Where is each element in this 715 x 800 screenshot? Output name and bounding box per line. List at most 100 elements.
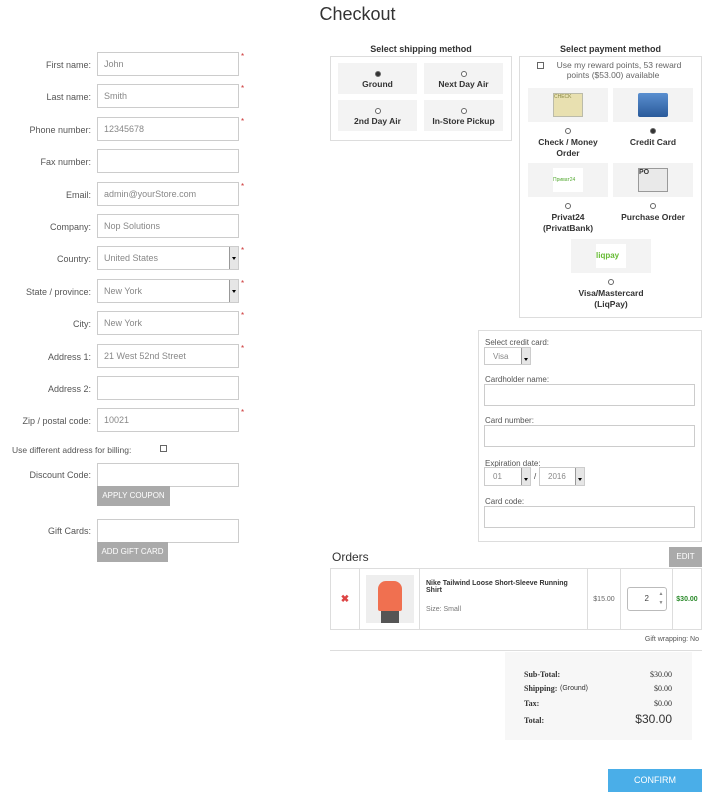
payment-option-label: Purchase Order: [621, 212, 685, 222]
billing-checkbox[interactable]: [160, 445, 167, 452]
card-number-label: Card number:: [485, 416, 534, 425]
exp-separator: /: [534, 472, 537, 481]
total-label: Total:: [524, 716, 545, 725]
card-type-select[interactable]: Visa: [484, 347, 531, 365]
edit-button[interactable]: EDIT: [669, 547, 702, 567]
radio-button[interactable]: [565, 128, 571, 134]
email-input[interactable]: admin@yourStore.com: [97, 181, 239, 206]
exp-year-select[interactable]: 2016: [539, 467, 585, 486]
liqpay-logo: liqpay: [596, 244, 626, 268]
confirm-button[interactable]: CONFIRM: [608, 769, 702, 792]
card-code-label: Card code:: [485, 497, 525, 506]
quantity-value: 2: [644, 594, 649, 603]
phone-number-input[interactable]: 12345678: [97, 116, 239, 141]
company-input[interactable]: Nop Solutions: [97, 214, 239, 238]
page-title: Checkout: [319, 4, 396, 24]
privat24-logo: Приват24: [553, 168, 583, 192]
required-marker: *: [241, 246, 245, 256]
shipping-option[interactable]: Next Day Air: [424, 63, 503, 94]
payment-tile[interactable]: PO: [613, 163, 693, 197]
shipping-option-label: Next Day Air: [438, 79, 489, 89]
discount-input[interactable]: [97, 463, 239, 487]
payment-title: Select payment method: [559, 44, 662, 54]
exp-month-value: 01: [493, 472, 502, 481]
unit-price: $15.00: [587, 568, 621, 630]
fax-number-label: Fax number:: [40, 157, 91, 168]
email-label: Email:: [65, 189, 91, 200]
payment-option[interactable]: Credit Card: [613, 126, 693, 148]
address-1-label: Address 1:: [47, 351, 91, 362]
required-marker: *: [241, 311, 245, 321]
total-value: $30.00: [635, 712, 672, 726]
subtotal-label: Sub-Total:: [524, 670, 561, 679]
product-image[interactable]: [359, 568, 420, 630]
payment-option-label: Privat24 (PrivatBank): [542, 212, 594, 233]
product-name[interactable]: Nike Tailwind Loose Short-Sleeve Running…: [426, 580, 581, 594]
payment-option[interactable]: Purchase Order: [613, 201, 693, 223]
zip-postal-code-value: 10021: [104, 415, 130, 426]
shipping-option[interactable]: Ground: [338, 63, 417, 94]
check-icon: CHECK: [553, 93, 583, 117]
last-name-value: Smith: [104, 91, 128, 102]
address-1-value: 21 West 52nd Street: [104, 350, 186, 361]
address-2-input[interactable]: [97, 376, 239, 400]
state-province-select[interactable]: New York: [97, 278, 239, 303]
email-value: admin@yourStore.com: [104, 188, 197, 199]
radio-button[interactable]: [374, 71, 381, 77]
required-marker: *: [241, 181, 245, 191]
discount-label: Discount Code:: [29, 470, 91, 480]
country-select[interactable]: United States: [97, 246, 239, 271]
payment-option[interactable]: Visa/Mastercard (LiqPay): [571, 277, 651, 310]
radio-button[interactable]: [650, 128, 656, 134]
purchase-order-icon: PO: [638, 168, 668, 192]
required-marker: *: [241, 343, 245, 353]
payment-tile[interactable]: CHECK: [528, 88, 608, 122]
address-1-input[interactable]: 21 West 52nd Street: [97, 343, 239, 368]
order-table: ✖ Nike Tailwind Loose Short-Sleeve Runni…: [330, 568, 702, 630]
subtotal-value: $30.00: [650, 670, 672, 679]
apply-coupon-button[interactable]: APPLY COUPON: [97, 486, 170, 506]
city-input[interactable]: New York: [97, 311, 239, 336]
payment-option[interactable]: Check / Money Order: [528, 126, 608, 159]
company-value: Nop Solutions: [104, 221, 161, 231]
fax-number-input[interactable]: [97, 149, 239, 174]
gift-card-input[interactable]: [97, 519, 239, 543]
radio-button[interactable]: [565, 203, 571, 209]
gift-wrapping: Gift wrapping: No: [644, 636, 699, 643]
card-number-input[interactable]: [484, 425, 695, 447]
shipping-option[interactable]: In-Store Pickup: [424, 100, 503, 131]
country-label: Country:: [56, 254, 91, 265]
radio-button[interactable]: [460, 108, 467, 114]
payment-tile[interactable]: liqpay: [571, 239, 651, 273]
cardholder-input[interactable]: [484, 384, 695, 406]
city-value: New York: [104, 318, 143, 329]
shipping-option[interactable]: 2nd Day Air: [338, 100, 417, 131]
tax-label: Tax:: [524, 699, 540, 708]
payment-tile[interactable]: [613, 88, 693, 122]
card-type-value: Visa: [493, 352, 509, 361]
shipping-value: $0.00: [654, 684, 672, 693]
city-label: City:: [73, 319, 91, 330]
tax-value: $0.00: [654, 699, 672, 708]
exp-month-select[interactable]: 01: [484, 467, 531, 486]
quantity-stepper[interactable]: 2 ▲ ▼: [626, 587, 667, 611]
card-code-input[interactable]: [484, 506, 695, 528]
first-name-input[interactable]: John: [97, 52, 239, 76]
radio-button[interactable]: [374, 108, 381, 114]
radio-button[interactable]: [608, 279, 614, 285]
company-label: Company:: [49, 222, 91, 232]
payment-tile[interactable]: Приват24: [528, 163, 608, 197]
add-gift-card-button[interactable]: ADD GIFT CARD: [97, 542, 168, 562]
last-name-label: Last name:: [46, 92, 91, 103]
zip-postal-code-label: Zip / postal code:: [22, 416, 91, 427]
last-name-input[interactable]: Smith: [97, 84, 239, 109]
radio-button[interactable]: [650, 203, 656, 209]
zip-postal-code-input[interactable]: 10021: [97, 408, 239, 433]
remove-icon[interactable]: ✖: [330, 568, 360, 630]
shipping-title: Select shipping method: [370, 44, 472, 54]
radio-button[interactable]: [460, 71, 467, 77]
required-marker: *: [241, 84, 245, 94]
state-province-label: State / province:: [25, 286, 91, 297]
billing-label: Use different address for billing:: [12, 445, 132, 455]
payment-option[interactable]: Privat24 (PrivatBank): [528, 201, 608, 234]
